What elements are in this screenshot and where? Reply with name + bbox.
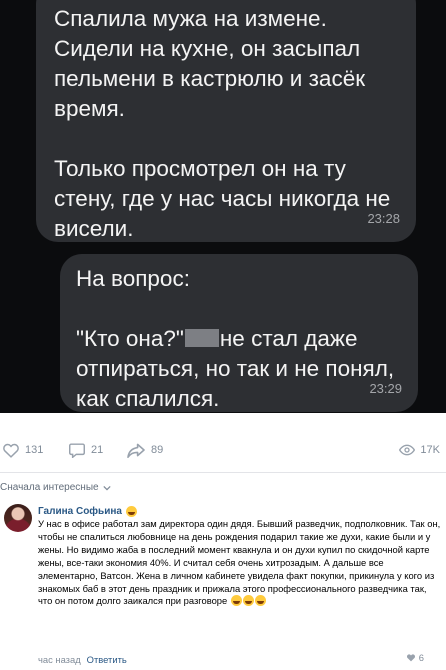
share-icon xyxy=(127,443,145,458)
share-button[interactable]: 89 xyxy=(126,436,163,464)
author-name: Галина Софьина xyxy=(38,506,122,517)
post-stats: 131 21 89 17K xyxy=(0,436,446,464)
heart-icon xyxy=(406,654,415,662)
divider xyxy=(0,472,446,473)
comment-author[interactable]: Галина Софьина xyxy=(38,506,137,517)
reply-button[interactable]: Ответить xyxy=(87,654,127,665)
comments-sort-toggle[interactable]: Сначала интересные xyxy=(0,482,111,493)
chevron-down-icon xyxy=(102,485,111,490)
like-count: 131 xyxy=(25,444,44,456)
redacted-name xyxy=(184,329,219,347)
comment-time[interactable]: час назад xyxy=(38,654,81,665)
comment-count: 21 xyxy=(91,444,104,456)
message-bubble-2: На вопрос: "Кто она?" не стал даже отпира… xyxy=(60,254,418,412)
views-counter: 17K xyxy=(399,436,440,464)
comment-button[interactable]: 21 xyxy=(68,436,103,464)
message-bubble-1: Спалила мужа на измене. Сидели на кухне,… xyxy=(36,0,416,242)
emoji-icon xyxy=(254,595,266,607)
like-button[interactable]: 131 xyxy=(2,436,43,464)
message-text-2: На вопрос: "Кто она?" не стал даже отпира… xyxy=(76,264,404,413)
message-time-1: 23:28 xyxy=(367,211,400,226)
comment-like-button[interactable]: 6 xyxy=(406,652,424,663)
emoji-icon xyxy=(242,595,254,607)
views-count: 17K xyxy=(420,444,440,456)
eye-icon xyxy=(399,444,416,456)
comment-icon xyxy=(69,443,85,458)
avatar[interactable] xyxy=(4,504,32,532)
comment-text: У нас в офисе работал зам директора один… xyxy=(38,518,442,608)
message-text-2-part1: На вопрос: "Кто она?" xyxy=(76,266,190,351)
message-time-2: 23:29 xyxy=(369,381,402,396)
share-count: 89 xyxy=(151,444,164,456)
comment-meta: час назад Ответить xyxy=(38,654,127,665)
sort-label: Сначала интересные xyxy=(0,482,99,493)
comment-body: У нас в офисе работал зам директора один… xyxy=(38,518,441,607)
comment-like-count: 6 xyxy=(418,652,424,663)
emoji-icon xyxy=(125,506,137,517)
emoji-icon xyxy=(230,595,242,607)
message-text-1: Спалила мужа на измене. Сидели на кухне,… xyxy=(54,6,391,241)
heart-icon xyxy=(3,443,19,458)
chat-screenshot: Спалила мужа на измене. Сидели на кухне,… xyxy=(0,0,446,413)
